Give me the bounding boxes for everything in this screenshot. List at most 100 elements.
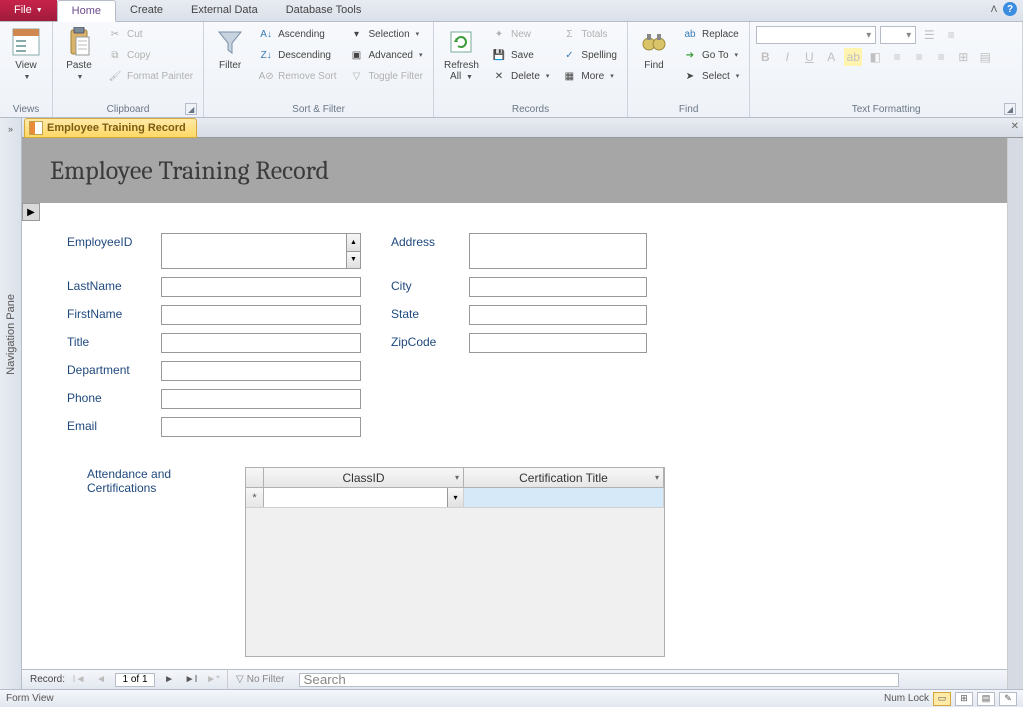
form-view-button[interactable]: ▭ [933,692,951,706]
label-email: Email [67,417,153,433]
datasheet-view-button[interactable]: ⊞ [955,692,973,706]
last-record-button[interactable]: ►I [183,674,199,685]
dropdown-icon[interactable]: ▾ [447,488,463,507]
department-field[interactable] [161,361,361,381]
subform-cell-certtitle[interactable] [464,488,664,507]
prev-record-button[interactable]: ◄ [93,674,109,685]
spinner-down-icon[interactable]: ▼ [347,252,360,269]
minimize-ribbon-icon[interactable]: ᐱ [991,4,997,15]
replace-button[interactable]: abReplace [678,24,743,44]
first-record-button[interactable]: I◄ [71,674,87,685]
form-view: Employee Training Record ▶ EmployeeID▲▼ … [22,138,1023,689]
view-button[interactable]: View▼ [6,24,46,85]
delete-icon: ✕ [491,68,507,84]
alt-row-button[interactable]: ▤ [976,48,994,66]
align-left-button[interactable]: ≡ [888,48,906,66]
descending-button[interactable]: Z↓Descending [254,45,340,65]
tab-home[interactable]: Home [57,0,116,22]
fill-color-button[interactable]: ◧ [866,48,884,66]
state-field[interactable] [469,305,647,325]
lastname-field[interactable] [161,277,361,297]
align-center-button[interactable]: ≡ [910,48,928,66]
record-search-input[interactable] [299,673,899,687]
align-right-button[interactable]: ≡ [932,48,950,66]
dialog-launcher-icon[interactable]: ◢ [1004,103,1016,115]
totals-button[interactable]: ΣTotals [557,24,621,44]
font-family-select[interactable]: ▾ [756,26,876,44]
column-header-certtitle[interactable]: Certification Title▾ [464,468,664,487]
numbering-icon[interactable]: ≡ [942,26,960,44]
paste-icon [63,26,95,58]
menu-tabs: File▼ Home Create External Data Database… [0,0,1023,22]
group-label-clipboard: Clipboard◢ [59,102,197,117]
layout-view-button[interactable]: ▤ [977,692,995,706]
italic-button[interactable]: I [778,48,796,66]
copy-button[interactable]: ⧉Copy [103,45,197,65]
filter-indicator[interactable]: ▽No Filter [227,670,293,689]
cut-button[interactable]: ✂Cut [103,24,197,44]
tab-external-data[interactable]: External Data [177,0,272,21]
label-department: Department [67,361,153,377]
spelling-button[interactable]: ✓Spelling [557,45,621,65]
toggle-filter-button[interactable]: ▽Toggle Filter [345,66,427,86]
delete-record-button[interactable]: ✕Delete▾ [487,66,553,86]
record-selector[interactable]: ▶ [22,203,40,221]
advanced-button[interactable]: ▣Advanced▾ [345,45,427,65]
bullets-icon[interactable]: ☰ [920,26,938,44]
new-record-marker[interactable]: * [246,488,264,507]
close-tab-button[interactable]: ✕ [1011,121,1019,132]
font-color-button[interactable]: A [822,48,840,66]
find-button[interactable]: Find [634,24,674,73]
save-record-button[interactable]: 💾Save [487,45,553,65]
font-size-select[interactable]: ▾ [880,26,916,44]
email-field[interactable] [161,417,361,437]
more-button[interactable]: ▦More▾ [557,66,621,86]
zipcode-field[interactable] [469,333,647,353]
tab-create[interactable]: Create [116,0,177,21]
label-title: Title [67,333,153,349]
scissors-icon: ✂ [107,26,123,42]
phone-field[interactable] [161,389,361,409]
help-icon[interactable]: ? [1003,2,1017,16]
cursor-icon: ➤ [682,68,698,84]
firstname-field[interactable] [161,305,361,325]
gridlines-button[interactable]: ⊞ [954,48,972,66]
subform-select-all[interactable] [246,468,264,487]
dialog-launcher-icon[interactable]: ◢ [185,103,197,115]
new-record-button[interactable]: ✦New [487,24,553,44]
filter-button[interactable]: Filter [210,24,250,73]
address-field[interactable] [469,233,647,269]
refresh-all-button[interactable]: Refresh All ▼ [440,24,483,85]
format-painter-button[interactable]: 🖌Format Painter [103,66,197,86]
remove-sort-button[interactable]: A⊘Remove Sort [254,66,340,86]
file-tab[interactable]: File▼ [0,0,57,21]
label-city: City [391,277,461,293]
next-record-button[interactable]: ► [161,674,177,685]
selection-button[interactable]: ▾Selection▾ [345,24,427,44]
goto-arrow-icon: ➔ [682,47,698,63]
employeeid-field[interactable]: ▲▼ [161,233,361,269]
navigation-pane-toggle[interactable]: » Navigation Pane [0,118,22,689]
column-header-classid[interactable]: ClassID▾ [264,468,464,487]
subform-cell-classid[interactable]: ▾ [264,488,464,507]
ascending-button[interactable]: A↓Ascending [254,24,340,44]
dropdown-icon[interactable]: ▾ [455,473,459,482]
bold-button[interactable]: B [756,48,774,66]
dropdown-icon[interactable]: ▾ [655,473,659,482]
document-tab[interactable]: Employee Training Record [24,118,197,138]
spinner-up-icon[interactable]: ▲ [347,234,360,252]
underline-button[interactable]: U [800,48,818,66]
paste-button[interactable]: Paste▼ [59,24,99,85]
new-record-nav-button[interactable]: ►* [205,674,221,685]
more-icon: ▦ [561,68,577,84]
goto-button[interactable]: ➔Go To▾ [678,45,743,65]
design-view-button[interactable]: ✎ [999,692,1017,706]
highlight-button[interactable]: ab [844,48,862,66]
label-lastname: LastName [67,277,153,293]
vertical-scrollbar[interactable] [1007,138,1023,689]
record-position-input[interactable] [115,673,155,687]
tab-database-tools[interactable]: Database Tools [272,0,376,21]
city-field[interactable] [469,277,647,297]
title-field[interactable] [161,333,361,353]
select-button[interactable]: ➤Select▾ [678,66,743,86]
